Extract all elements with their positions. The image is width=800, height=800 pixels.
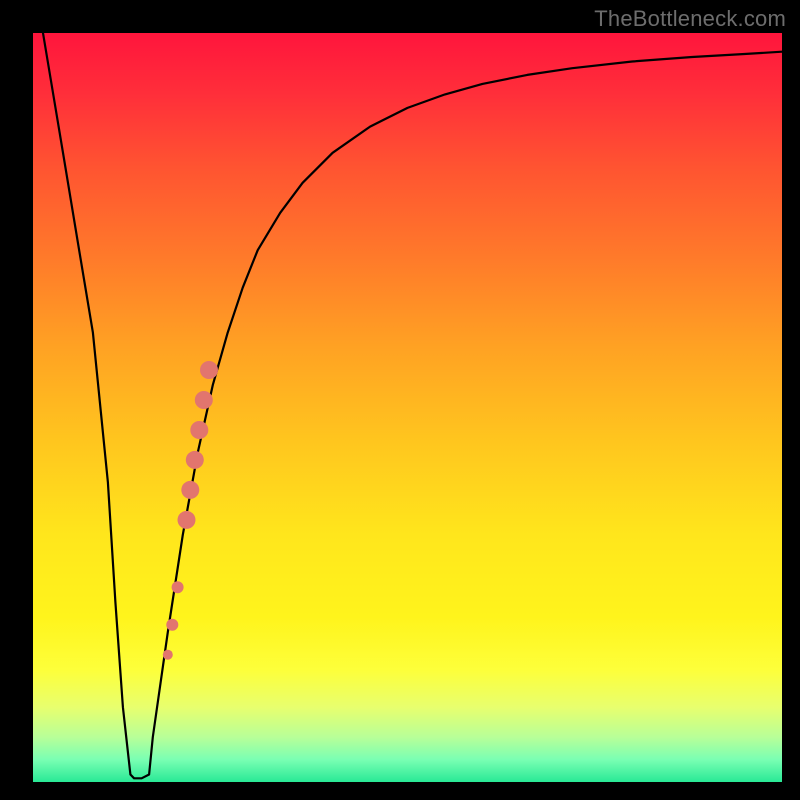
data-marker (178, 511, 196, 529)
chart-overlay (0, 0, 800, 800)
frame-mask (0, 782, 800, 800)
data-marker (172, 581, 184, 593)
data-marker (190, 421, 208, 439)
watermark-text: TheBottleneck.com (594, 6, 786, 32)
curve-layer (33, 0, 782, 778)
data-marker (163, 650, 173, 660)
chart-frame: TheBottleneck.com (0, 0, 800, 800)
bottleneck-curve (33, 0, 782, 778)
frame-mask (0, 0, 33, 800)
data-marker (166, 619, 178, 631)
frame-mask (782, 0, 800, 800)
data-marker (181, 481, 199, 499)
data-marker (195, 391, 213, 409)
data-marker (186, 451, 204, 469)
data-marker (200, 361, 218, 379)
